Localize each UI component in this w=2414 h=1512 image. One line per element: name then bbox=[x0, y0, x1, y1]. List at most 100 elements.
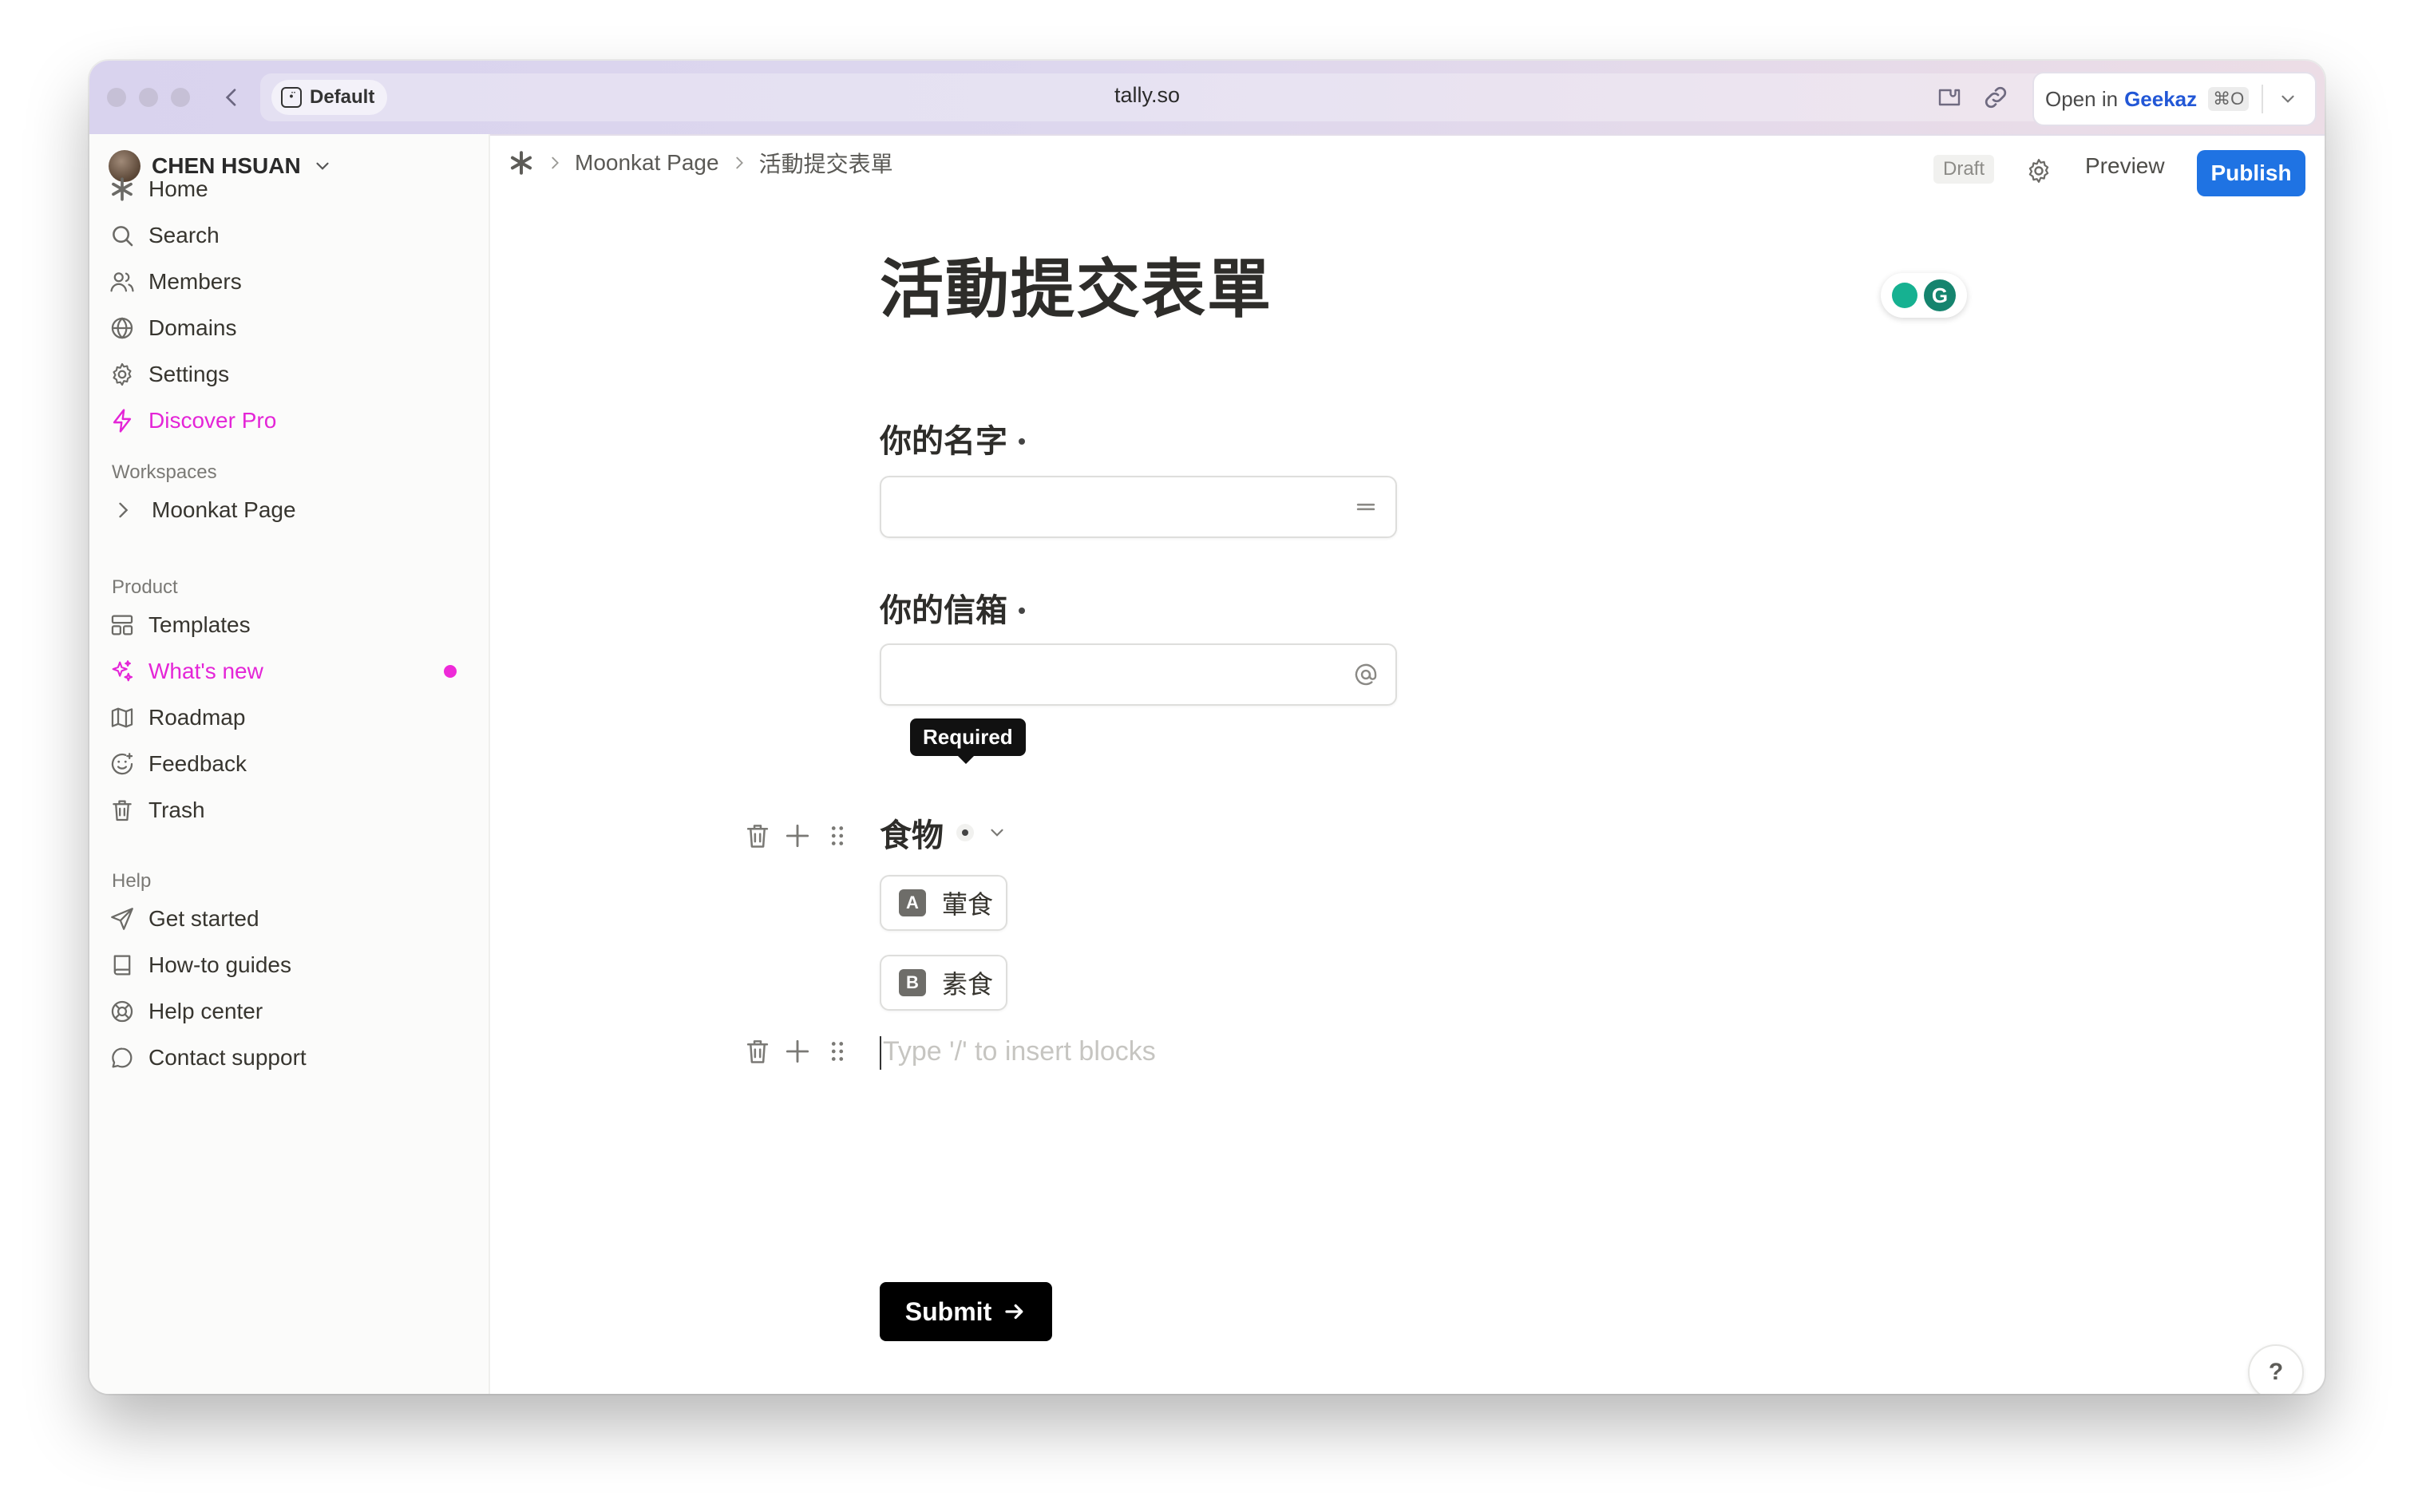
arrow-right-icon bbox=[1005, 1304, 1023, 1320]
profile-face-icon: •̈ bbox=[281, 87, 302, 108]
sidebar-item-feedback[interactable]: Feedback bbox=[109, 744, 469, 784]
sidebar-item-home[interactable]: Home bbox=[109, 169, 469, 209]
sparkle-icon bbox=[112, 660, 133, 682]
sidebar-item-label: Members bbox=[148, 269, 242, 294]
question-text: 你的名字 bbox=[880, 424, 1007, 459]
section-label-product: Product bbox=[112, 576, 178, 598]
plus-icon[interactable] bbox=[782, 1036, 813, 1067]
open-in-prefix: Open in bbox=[2045, 86, 2119, 111]
required-mark bbox=[1019, 608, 1025, 614]
short-text-icon bbox=[1356, 503, 1375, 511]
option-key-badge: A bbox=[899, 889, 926, 916]
required-tooltip: Required bbox=[910, 718, 1026, 764]
chevron-down-icon[interactable] bbox=[987, 822, 1007, 843]
sidebar-item-label: Feedback bbox=[148, 751, 247, 776]
submit-label: Submit bbox=[904, 1296, 992, 1326]
browser-window: •̈ Default tally.so Open in Geekaz ⌘O CH… bbox=[89, 61, 2325, 1394]
book-icon bbox=[113, 955, 131, 976]
window-close-button[interactable] bbox=[107, 88, 126, 107]
publish-button[interactable]: Publish bbox=[2197, 150, 2305, 196]
required-mark bbox=[1019, 438, 1025, 445]
sidebar-item-get-started[interactable]: Get started bbox=[109, 899, 469, 939]
block-toolbar bbox=[742, 1036, 853, 1067]
chevron-down-icon[interactable] bbox=[2277, 89, 2298, 109]
sidebar-item-help-center[interactable]: Help center bbox=[109, 992, 469, 1031]
back-chevron-icon[interactable] bbox=[219, 85, 244, 110]
chevron-right-icon[interactable] bbox=[112, 499, 134, 521]
profile-pill[interactable]: •̈ Default bbox=[271, 80, 388, 115]
members-icon bbox=[110, 272, 134, 292]
lightbulb-icon[interactable] bbox=[1892, 283, 1917, 308]
url-text[interactable]: tally.so bbox=[1114, 83, 1180, 108]
link-icon[interactable] bbox=[1981, 83, 2010, 112]
sidebar-item-members[interactable]: Members bbox=[109, 262, 469, 302]
question-label-email[interactable]: 你的信箱 bbox=[880, 584, 1025, 631]
at-sign-icon bbox=[1355, 663, 1377, 686]
preview-button[interactable]: Preview bbox=[2085, 153, 2165, 179]
map-icon bbox=[111, 707, 133, 728]
form-settings-gear-icon[interactable] bbox=[2024, 156, 2053, 185]
draft-badge: Draft bbox=[1933, 155, 1995, 184]
open-in-divider bbox=[2262, 85, 2264, 113]
sidebar-item-templates[interactable]: Templates bbox=[109, 605, 469, 645]
sidebar-item-label: Domains bbox=[148, 315, 237, 340]
window-zoom-button[interactable] bbox=[171, 88, 190, 107]
submit-button[interactable]: Submit bbox=[880, 1282, 1052, 1341]
sidebar-item-search[interactable]: Search bbox=[109, 216, 469, 255]
block-toolbar bbox=[742, 821, 853, 851]
sidebar-item-whats-new[interactable]: What's new bbox=[109, 651, 469, 691]
choice-option[interactable]: A 葷食 bbox=[880, 875, 1007, 931]
sidebar-item-roadmap[interactable]: Roadmap bbox=[109, 698, 469, 738]
extension-icon[interactable] bbox=[1935, 83, 1964, 112]
question-text: 食物 bbox=[880, 818, 944, 853]
breadcrumb-form[interactable]: 活動提交表單 bbox=[759, 147, 893, 179]
drag-handle-icon[interactable] bbox=[822, 1036, 853, 1067]
templates-icon bbox=[111, 615, 133, 635]
name-input[interactable] bbox=[880, 476, 1397, 538]
gear-icon bbox=[113, 362, 132, 386]
help-button[interactable]: ? bbox=[2248, 1344, 2304, 1394]
grammarly-g-icon[interactable]: G bbox=[1924, 279, 1956, 311]
window-minimize-button[interactable] bbox=[139, 88, 158, 107]
sidebar-item-how-to-guides[interactable]: How-to guides bbox=[109, 945, 469, 985]
breadcrumb-workspace[interactable]: Moonkat Page bbox=[575, 150, 719, 176]
sidebar-item-label: Discover Pro bbox=[148, 408, 277, 433]
sidebar: CHEN HSUAN Home Search Members Domains S… bbox=[89, 134, 490, 1394]
sidebar-item-label: Get started bbox=[148, 906, 259, 931]
sidebar-item-domains[interactable]: Domains bbox=[109, 308, 469, 348]
trash-icon[interactable] bbox=[742, 821, 773, 851]
question-text: 你的信箱 bbox=[880, 593, 1007, 628]
sidebar-item-discover-pro[interactable]: Discover Pro bbox=[109, 401, 469, 441]
trash-icon[interactable] bbox=[742, 1036, 773, 1067]
sidebar-item-label: Roadmap bbox=[148, 705, 246, 730]
choice-option[interactable]: B 素食 bbox=[880, 955, 1007, 1011]
sidebar-item-label: Help center bbox=[148, 999, 263, 1023]
sidebar-item-contact-support[interactable]: Contact support bbox=[109, 1038, 469, 1078]
browser-titlebar: •̈ Default tally.so Open in Geekaz ⌘O bbox=[89, 61, 2325, 136]
drag-handle-icon[interactable] bbox=[822, 821, 853, 851]
breadcrumb: Moonkat Page 活動提交表單 bbox=[508, 147, 893, 179]
question-label-name[interactable]: 你的名字 bbox=[880, 415, 1025, 461]
option-label: 素食 bbox=[942, 970, 994, 999]
search-icon bbox=[113, 226, 133, 247]
email-input[interactable] bbox=[880, 643, 1397, 706]
sidebar-item-label: Templates bbox=[148, 612, 251, 637]
sidebar-item-workspace[interactable]: Moonkat Page bbox=[112, 490, 473, 530]
open-in-app-button[interactable]: Open in Geekaz ⌘O bbox=[2032, 72, 2317, 126]
plus-icon[interactable] bbox=[782, 821, 813, 851]
open-in-shortcut: ⌘O bbox=[2208, 87, 2250, 111]
section-label-workspaces: Workspaces bbox=[112, 461, 217, 483]
question-label-food[interactable]: 食物 bbox=[880, 809, 1007, 856]
form-title[interactable]: 活動提交表單 bbox=[880, 238, 1272, 331]
required-toggle[interactable] bbox=[956, 824, 974, 841]
lightning-icon bbox=[113, 409, 132, 433]
option-label: 葷食 bbox=[942, 890, 994, 919]
address-bar[interactable] bbox=[260, 73, 2120, 121]
lifebuoy-icon bbox=[111, 1000, 133, 1023]
sidebar-item-settings[interactable]: Settings bbox=[109, 354, 469, 394]
sidebar-item-trash[interactable]: Trash bbox=[109, 790, 469, 830]
grammarly-widget[interactable]: G bbox=[1881, 273, 1967, 318]
tally-asterisk-icon[interactable] bbox=[508, 149, 535, 176]
send-icon bbox=[111, 908, 133, 930]
insert-block-input[interactable]: Type '/' to insert blocks bbox=[883, 1036, 1156, 1067]
